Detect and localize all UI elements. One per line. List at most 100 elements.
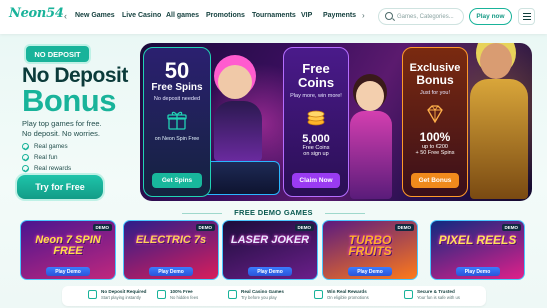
divider-line — [325, 213, 365, 214]
get-bonus-button[interactable]: Get Bonus — [411, 173, 459, 188]
trust-item-secure: Secure & Trusted Your fun is safe with us — [404, 289, 460, 300]
game-title: ELECTRIC 7s — [135, 234, 207, 246]
hero-subtitle-line1: Play top games for free. — [22, 119, 102, 128]
game-tile-pixel-reels[interactable]: DEMO PIXEL REELS Play Demo — [430, 220, 525, 280]
demo-badge: DEMO — [394, 224, 414, 231]
demo-games-heading: FREE DEMO GAMES — [234, 208, 313, 217]
search-icon — [385, 12, 393, 20]
demo-badge: DEMO — [92, 224, 112, 231]
exclusive-bonus-subtitle: Just for you! — [420, 90, 450, 96]
site-logo[interactable]: Neon54 — [9, 6, 64, 21]
free-coins-detail: Free Coins on sign up — [302, 145, 330, 157]
feature-item: Real rewards — [22, 163, 71, 174]
exclusive-bonus-card: Exclusive Bonus Just for you! 100% up to… — [402, 47, 468, 197]
trust-title: No Deposit Required — [101, 289, 147, 294]
play-now-button[interactable]: Play now — [469, 8, 512, 25]
top-header: Neon54 ‹ New Games Live Casino All games… — [0, 0, 547, 34]
search-placeholder: Games, Categories... — [397, 13, 454, 20]
game-tile-laser-joker[interactable]: DEMO LASER JOKER Play Demo — [222, 220, 318, 280]
trust-subtitle: On eligible promotions — [327, 294, 369, 300]
hero-subtitle: Play top games for free. No deposit. No … — [22, 119, 142, 138]
nav-payments[interactable]: Payments — [323, 12, 356, 19]
coins-icon — [307, 110, 325, 126]
game-title: Neon 7 SPIN FREE — [35, 234, 101, 257]
trust-subtitle: Your fun is safe with us — [417, 294, 460, 300]
shield-icon — [88, 290, 97, 299]
game-title: PIXEL REELS — [438, 233, 517, 247]
demo-badge: DEMO — [294, 224, 314, 231]
demo-badge: DEMO — [501, 224, 521, 231]
nav-tournaments[interactable]: Tournaments — [252, 12, 296, 19]
trust-item-free: 100% Free No hidden fees — [157, 289, 198, 300]
trust-subtitle: Try before you play — [241, 294, 277, 300]
search-input[interactable]: Games, Categories... — [378, 8, 464, 25]
trust-subtitle: Start playing instantly — [101, 294, 141, 300]
try-for-free-button[interactable]: Try for Free — [17, 175, 103, 199]
hero-title-line2: Bonus — [22, 83, 116, 118]
game-tile-neon-spin[interactable]: DEMO Neon 7 SPIN FREE Play Demo — [20, 220, 116, 280]
woman-character-image — [356, 81, 384, 111]
dj-deck-image — [202, 161, 280, 195]
free-coins-card: Free Coins Play more, win more! 5,000 Fr… — [283, 47, 349, 197]
percent-icon — [157, 290, 166, 299]
free-spins-note: on Neon Spin Free — [154, 136, 200, 142]
check-icon — [22, 165, 29, 172]
feature-label: Real fun — [34, 154, 58, 161]
trust-subtitle: No hidden fees — [170, 294, 199, 300]
free-coins-heading: Free — [302, 61, 330, 76]
nav-promotions[interactable]: Promotions — [206, 12, 245, 19]
play-demo-button[interactable]: Play Demo — [248, 267, 292, 276]
chevron-left-icon[interactable]: ‹ — [64, 11, 67, 21]
game-tile-turbo-fruits[interactable]: DEMO TURBO FRUITS Play Demo — [322, 220, 418, 280]
trophy-icon — [314, 290, 323, 299]
trust-title: Win Real Rewards — [327, 289, 367, 294]
promo-banner: 50 Free Spins No deposit needed on Neon … — [140, 43, 532, 201]
demo-badge: DEMO — [195, 224, 215, 231]
no-deposit-badge: NO DEPOSIT — [26, 46, 89, 62]
diamond-icon — [427, 105, 443, 124]
play-demo-button[interactable]: Play Demo — [46, 267, 90, 276]
man-character-image — [480, 43, 512, 79]
trust-item-no-deposit: No Deposit Required Start playing instant… — [88, 289, 146, 300]
play-demo-button[interactable]: Play Demo — [149, 267, 193, 276]
nav-vip[interactable]: VIP — [301, 12, 312, 19]
feature-item: Real games — [22, 141, 71, 152]
free-spins-title: Free Spins — [151, 82, 203, 93]
hamburger-menu-icon[interactable] — [518, 8, 535, 25]
gamepad-icon — [228, 290, 237, 299]
lock-icon — [404, 290, 413, 299]
gift-icon — [167, 111, 187, 130]
free-coins-amount: 5,000 — [302, 133, 330, 145]
trust-title: Real Casino Games — [241, 289, 284, 294]
check-icon — [22, 154, 29, 161]
free-coins-title: Coins — [297, 75, 335, 90]
nav-new-games[interactable]: New Games — [75, 12, 115, 19]
nav-all-games[interactable]: All games — [166, 12, 199, 19]
play-demo-button[interactable]: Play Demo — [455, 267, 500, 276]
free-spins-card: 50 Free Spins No deposit needed on Neon … — [143, 47, 211, 197]
free-spins-amount: 50 — [164, 58, 190, 83]
feature-label: Real rewards — [34, 165, 72, 172]
hero-subtitle-line2: No deposit. No worries. — [22, 128, 100, 138]
free-coins-subtitle: Play more, win more! — [290, 93, 342, 99]
exclusive-bonus-percent: 100% — [419, 130, 451, 144]
trust-item-real-games: Real Casino Games Try before you play — [228, 289, 284, 300]
woman-character-body — [350, 111, 392, 199]
exclusive-bonus-title: Bonus — [416, 73, 454, 87]
trust-title: Secure & Trusted — [417, 289, 455, 294]
dj-character-body — [214, 101, 262, 161]
free-spins-subtitle: No deposit needed — [153, 96, 201, 102]
man-character-body — [470, 79, 528, 199]
dj-character-image — [218, 65, 252, 99]
game-tile-electric-7s[interactable]: DEMO ELECTRIC 7s Play Demo — [123, 220, 219, 280]
nav-live-casino[interactable]: Live Casino — [122, 12, 161, 19]
get-spins-button[interactable]: Get Spins — [152, 173, 202, 188]
feature-item: Real fun — [22, 152, 71, 163]
chevron-right-icon[interactable]: › — [362, 11, 365, 20]
trust-bar: No Deposit Required Start playing instant… — [62, 286, 486, 306]
game-title: LASER JOKER — [230, 234, 310, 246]
claim-now-button[interactable]: Claim Now — [292, 173, 340, 188]
feature-list: Real games Real fun Real rewards — [22, 141, 71, 174]
play-demo-button[interactable]: Play Demo — [348, 267, 392, 276]
feature-label: Real games — [34, 143, 68, 150]
